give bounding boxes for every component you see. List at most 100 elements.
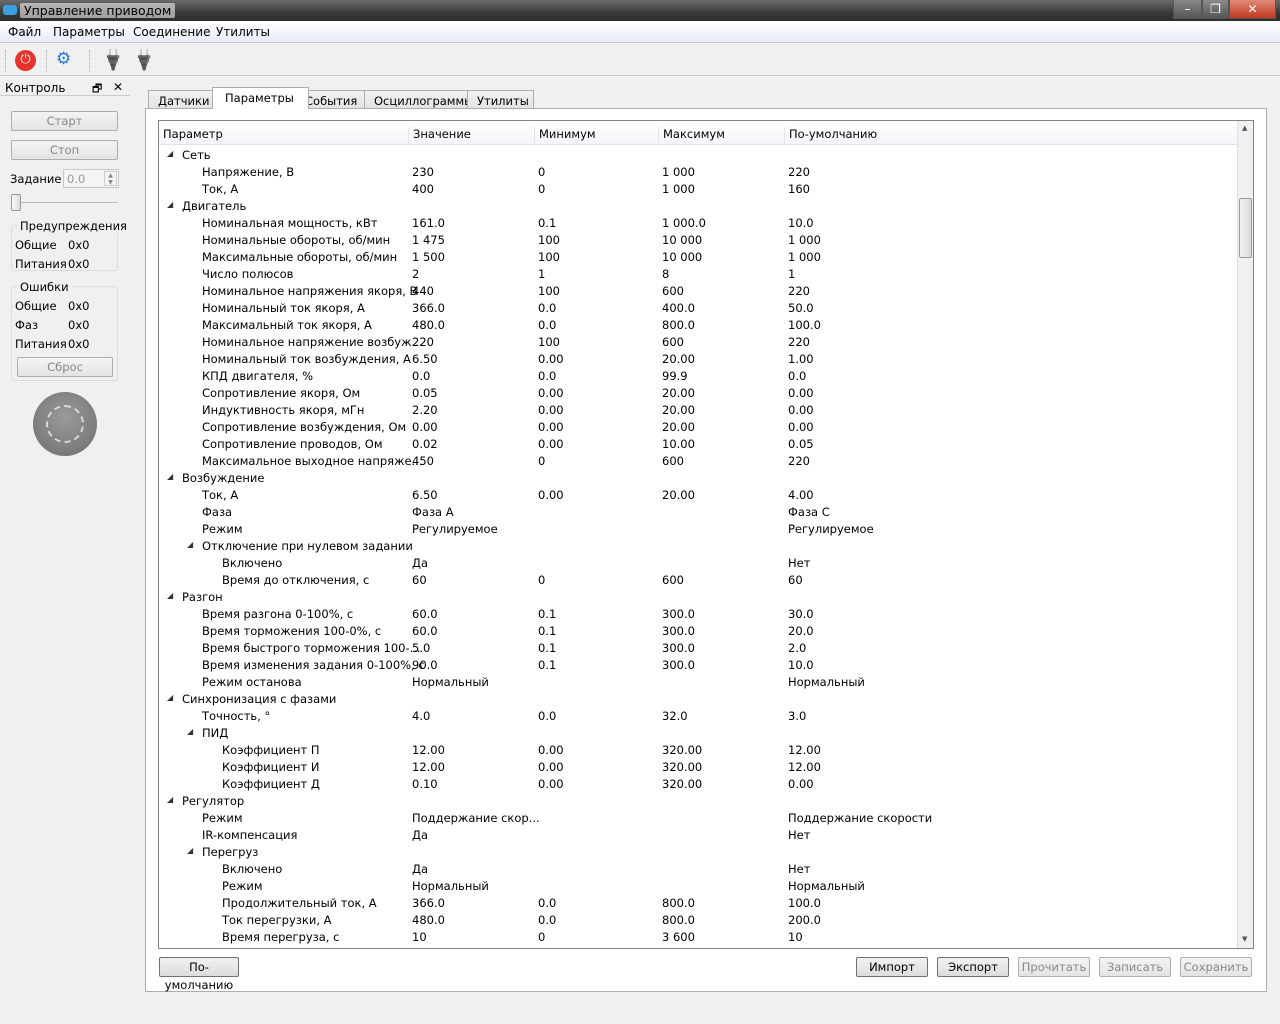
- table-row[interactable]: Индуктивность якоря, мГн 2.20 0.00 20.00 0.0…: [159, 401, 1237, 418]
- parameter-value[interactable]: 0.0: [412, 369, 430, 383]
- expand-arrow-icon[interactable]: ◢: [167, 795, 173, 804]
- disconnect-plug-icon[interactable]: 🔌: [129, 44, 158, 73]
- parameter-value[interactable]: 10: [412, 930, 427, 944]
- table-row[interactable]: Коэффициент П 12.00 0.00 320.00 12.00: [159, 741, 1237, 758]
- parameter-value[interactable]: 1 475: [412, 233, 445, 247]
- parameter-value[interactable]: 0.05: [412, 386, 438, 400]
- settings-gears-icon[interactable]: ⚙: [56, 49, 71, 69]
- parameter-value[interactable]: 90.0: [412, 658, 438, 672]
- stop-button[interactable]: Стоп: [11, 140, 118, 160]
- tree-group-row[interactable]: ◢ Двигатель: [159, 197, 1237, 214]
- import-button[interactable]: Импорт: [856, 957, 928, 977]
- tree-group-row[interactable]: ◢ Регулятор: [159, 792, 1237, 809]
- parameter-value[interactable]: Нормальный: [412, 879, 489, 893]
- table-row[interactable]: Ток, А 6.50 0.00 20.00 4.00: [159, 486, 1237, 503]
- table-row[interactable]: Сопротивление возбуждения, Ом 0.00 0.00 20.…: [159, 418, 1237, 435]
- expand-arrow-icon[interactable]: ◢: [167, 693, 173, 702]
- parameter-value[interactable]: 60.0: [412, 624, 438, 638]
- table-row[interactable]: Номинальный ток возбуждения, А 6.50 0.00 20…: [159, 350, 1237, 367]
- column-header-maximum[interactable]: Максимум: [658, 127, 725, 145]
- table-row[interactable]: Номинальная мощность, кВт 161.0 0.1 1 000.0…: [159, 214, 1237, 231]
- parameter-value[interactable]: 480.0: [412, 913, 445, 927]
- parameter-value[interactable]: 60.0: [412, 607, 438, 621]
- column-header-default[interactable]: По-умолчанию: [784, 127, 877, 145]
- parameter-value[interactable]: 450: [412, 454, 434, 468]
- parameter-value[interactable]: 400: [412, 182, 434, 196]
- parameter-value[interactable]: 6.50: [412, 488, 438, 502]
- table-row[interactable]: Время изменения задания 0-100%, с 90.0 0.1…: [159, 656, 1237, 673]
- table-row[interactable]: Номинальные обороты, об/мин 1 475 100 10 00…: [159, 231, 1237, 248]
- table-row[interactable]: Режим останова Нормальный Нормальный: [159, 673, 1237, 690]
- restore-button[interactable]: ❐: [1202, 0, 1229, 19]
- parameter-value[interactable]: 5.0: [412, 641, 430, 655]
- vertical-scrollbar[interactable]: ▲ ▼: [1237, 121, 1253, 948]
- parameter-value[interactable]: 366.0: [412, 896, 445, 910]
- parameter-value[interactable]: 0.00: [412, 420, 438, 434]
- menu-utilities[interactable]: Утилиты: [216, 25, 270, 39]
- table-row[interactable]: Включено Да Нет: [159, 554, 1237, 571]
- table-row[interactable]: Время перегруза, с 10 0 3 600 10: [159, 928, 1237, 945]
- table-row[interactable]: КПД двигателя, % 0.0 0.0 99.9 0.0: [159, 367, 1237, 384]
- parameter-value[interactable]: Да: [412, 862, 428, 876]
- tab-utilities[interactable]: Утилиты: [467, 90, 534, 109]
- defaults-button[interactable]: По-умолчанию: [159, 957, 239, 992]
- parameter-value[interactable]: 6.50: [412, 352, 438, 366]
- parameter-value[interactable]: 1 500: [412, 250, 445, 264]
- table-row[interactable]: IR-компенсация Да Нет: [159, 826, 1237, 843]
- scroll-down-icon[interactable]: ▼: [1242, 935, 1247, 943]
- parameter-value[interactable]: Регулируемое: [412, 522, 498, 536]
- expand-arrow-icon[interactable]: ◢: [167, 591, 173, 600]
- column-header-parameter[interactable]: Параметр: [159, 127, 223, 145]
- save-button[interactable]: Сохранить: [1180, 957, 1252, 977]
- reset-button[interactable]: Сброс: [17, 357, 113, 377]
- table-row[interactable]: Номинальное напряжение возбуж... 220 100 60…: [159, 333, 1237, 350]
- parameter-value[interactable]: 161.0: [412, 216, 445, 230]
- table-row[interactable]: Включено Да Нет: [159, 860, 1237, 877]
- tree-group-row[interactable]: ◢ Синхронизация с фазами: [159, 690, 1237, 707]
- parameter-value[interactable]: 2: [412, 267, 419, 281]
- table-row[interactable]: Напряжение, В 230 0 1 000 220: [159, 163, 1237, 180]
- table-row[interactable]: Время торможения 100-0%, с 60.0 0.1 300.0 20…: [159, 622, 1237, 639]
- table-row[interactable]: Точность, ° 4.0 0.0 32.0 3.0: [159, 707, 1237, 724]
- tree-group-row[interactable]: ◢ Перегруз: [159, 843, 1237, 860]
- export-button[interactable]: Экспорт: [937, 957, 1009, 977]
- setpoint-slider-track[interactable]: [12, 202, 118, 203]
- parameter-value[interactable]: Да: [412, 828, 428, 842]
- parameter-value[interactable]: 0.10: [412, 777, 438, 791]
- close-button[interactable]: ✕: [1229, 0, 1276, 19]
- table-row[interactable]: Режим Нормальный Нормальный: [159, 877, 1237, 894]
- table-row[interactable]: Время быстрого торможения 100-... 5.0 0.1 3…: [159, 639, 1237, 656]
- parameter-value[interactable]: 366.0: [412, 301, 445, 315]
- table-row[interactable]: Максимальный ток якоря, А 480.0 0.0 800.0 10…: [159, 316, 1237, 333]
- table-row[interactable]: Номинальное напряжения якоря, В 440 100 600…: [159, 282, 1237, 299]
- scrollbar-thumb[interactable]: [1239, 198, 1252, 258]
- table-row[interactable]: Максимальное выходное напряже... 450 0 600 2…: [159, 452, 1237, 469]
- parameter-value[interactable]: Фаза A: [412, 505, 454, 519]
- table-row[interactable]: Сопротивление якоря, Ом 0.05 0.00 20.00 0.00: [159, 384, 1237, 401]
- expand-arrow-icon[interactable]: ◢: [187, 846, 193, 855]
- column-header-minimum[interactable]: Минимум: [534, 127, 596, 145]
- write-button[interactable]: Записать: [1099, 957, 1171, 977]
- tree-group-row[interactable]: ◢ Отключение при нулевом задании: [159, 537, 1237, 554]
- start-button[interactable]: Старт: [11, 111, 118, 131]
- parameter-value[interactable]: 440: [412, 284, 434, 298]
- menu-connection[interactable]: Соединение: [133, 25, 210, 39]
- setpoint-slider-handle[interactable]: [11, 194, 21, 211]
- table-row[interactable]: Время разгона 0-100%, с 60.0 0.1 300.0 30.0: [159, 605, 1237, 622]
- parameter-value[interactable]: Нормальный: [412, 675, 489, 689]
- table-row[interactable]: Фаза Фаза A Фаза C: [159, 503, 1237, 520]
- tree-group-row[interactable]: ◢ ПИД: [159, 724, 1237, 741]
- menu-file[interactable]: Файл: [8, 25, 41, 39]
- dock-close-icon[interactable]: ✕: [113, 80, 123, 94]
- expand-arrow-icon[interactable]: ◢: [167, 472, 173, 481]
- tab-sensors[interactable]: Датчики: [148, 90, 220, 109]
- table-row[interactable]: Время до отключения, с 60 0 600 60: [159, 571, 1237, 588]
- expand-arrow-icon[interactable]: ◢: [187, 727, 193, 736]
- table-row[interactable]: Число полюсов 2 1 8 1: [159, 265, 1237, 282]
- parameter-value[interactable]: 0.02: [412, 437, 438, 451]
- parameter-value[interactable]: 4.0: [412, 709, 430, 723]
- setpoint-spinbox[interactable]: 0.0 ▲ ▼: [63, 169, 119, 188]
- table-row[interactable]: Режим Регулируемое Регулируемое: [159, 520, 1237, 537]
- power-icon[interactable]: ⏻: [15, 50, 36, 71]
- tab-oscillograms[interactable]: Осциллограммы: [364, 90, 484, 109]
